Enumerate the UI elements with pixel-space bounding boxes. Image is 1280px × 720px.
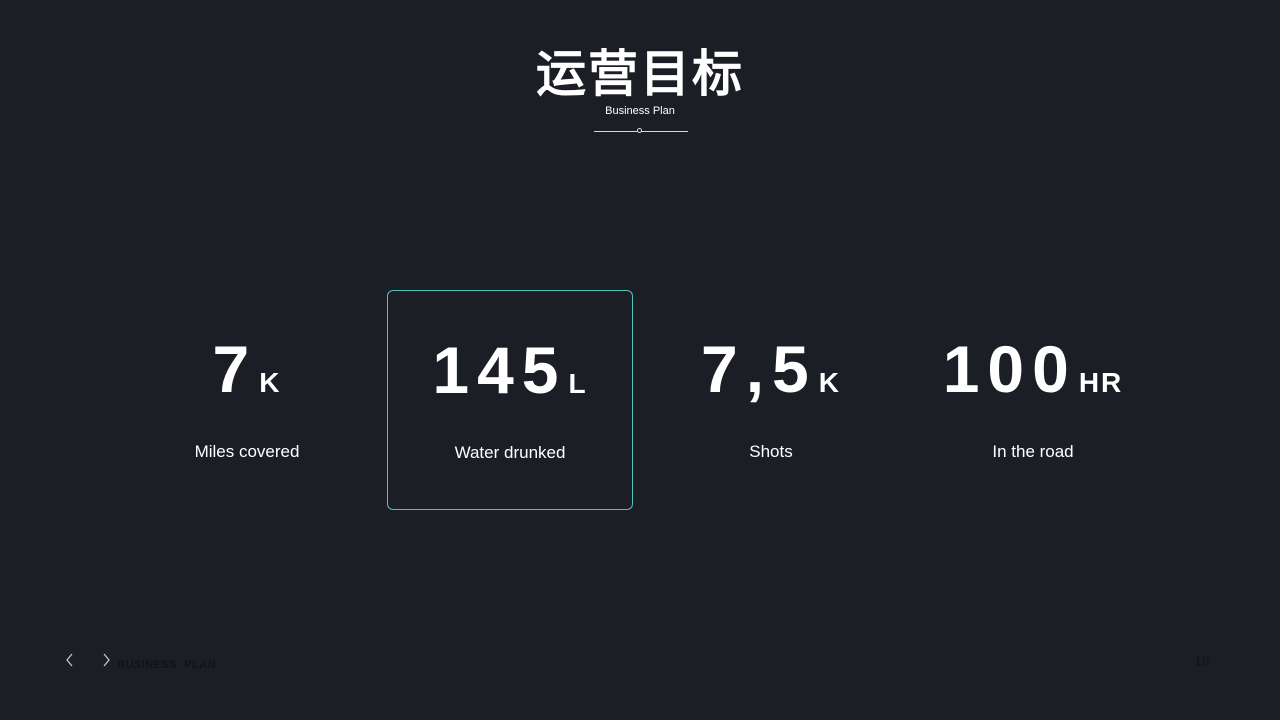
chevron-left-icon-svg xyxy=(66,653,73,667)
stat-value: 145L xyxy=(388,335,632,424)
stat-value: 7K xyxy=(124,334,370,423)
chevron-right-icon[interactable] xyxy=(99,651,113,669)
stat-number: 7,5 xyxy=(701,332,817,406)
stat-number: 7 xyxy=(212,332,258,406)
stat-unit: K xyxy=(259,367,282,398)
stat-unit: HR xyxy=(1078,367,1124,398)
stat-label: Water drunked xyxy=(454,443,566,462)
divider-dot xyxy=(637,128,642,133)
stat-miles-covered: 7K Miles covered xyxy=(124,290,370,510)
stat-value: 100HR xyxy=(910,334,1156,423)
stat-unit: K xyxy=(818,367,841,398)
stat-number: 100 xyxy=(942,332,1077,406)
slide-subtitle: Business Plan xyxy=(605,105,675,117)
stat-label: Shots xyxy=(749,442,793,461)
stat-in-the-road: 100HR In the road xyxy=(910,290,1156,510)
chevron-left-icon[interactable] xyxy=(63,651,77,669)
slide-title: 运营目标 xyxy=(536,46,744,102)
stat-value: 7,5K xyxy=(648,334,894,423)
stat-unit: L xyxy=(568,368,588,399)
footer-text: BUSINESS PLAN xyxy=(117,659,217,671)
stat-label: Miles covered xyxy=(194,442,300,461)
page-number: 18 xyxy=(1194,653,1210,669)
stat-shots: 7,5K Shots xyxy=(648,290,894,510)
title-divider xyxy=(594,126,688,136)
stat-water-drunked: 145L Water drunked xyxy=(387,290,633,510)
chevron-right-icon-svg xyxy=(103,653,110,667)
stat-number: 145 xyxy=(432,333,567,407)
slide: 运营目标 Business Plan 7K Miles covered 145L… xyxy=(0,0,1280,720)
stat-label: In the road xyxy=(992,442,1074,461)
